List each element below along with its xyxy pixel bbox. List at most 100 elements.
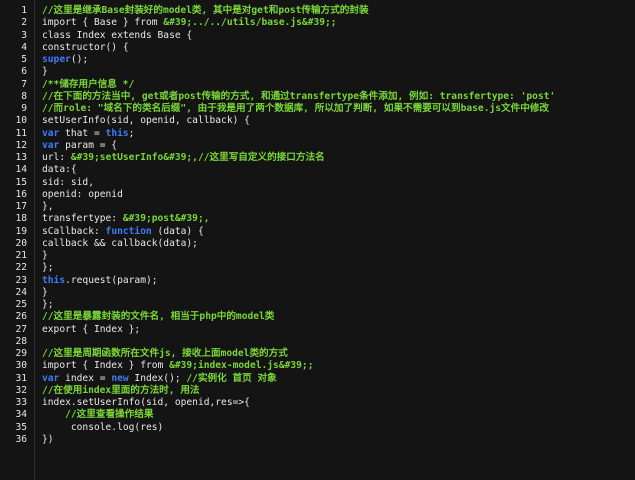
code-text: } bbox=[42, 66, 48, 78]
code-token: super bbox=[42, 54, 71, 65]
code-token: &#39;index-model.js&#39;; bbox=[169, 360, 314, 372]
line-number: 28 bbox=[15, 335, 27, 347]
line-number: 13 bbox=[15, 152, 27, 163]
code-token: &#39;../../utils/base.js&#39;; bbox=[163, 17, 337, 29]
code-line[interactable]: 14 data:{ bbox=[0, 164, 635, 176]
code-token: Index(); bbox=[128, 372, 187, 384]
code-line[interactable]: 27 export { Index }; bbox=[0, 324, 635, 336]
code-token: constructor() { bbox=[42, 41, 129, 53]
code-line[interactable]: 9 //而role: "域名下的类名后缀", 由于我是用了两个数据库, 所以加了判… bbox=[0, 103, 635, 115]
code-line[interactable]: 19 sCallback: function (data) { bbox=[0, 226, 635, 238]
code-line[interactable]: 2 import { Base } from &#39;../../utils/b… bbox=[0, 17, 635, 29]
code-line[interactable]: 18 transfertype: &#39;post&#39;, bbox=[0, 213, 635, 225]
code-line[interactable]: 1 //这里是继承Base封装好的model类, 其中是对get和post传输方式… bbox=[0, 5, 635, 17]
code-token: //实例化 首页 对象 bbox=[186, 372, 277, 384]
code-token: &#39;post&#39;, bbox=[122, 213, 210, 225]
code-token: index.setUserInfo(sid, openid,res=>{ bbox=[42, 397, 250, 408]
code-line[interactable]: 22}; bbox=[0, 262, 635, 274]
line-number: 16 bbox=[15, 188, 27, 200]
code-line[interactable]: 3 class Index extends Base { bbox=[0, 30, 635, 42]
code-token: &#39;setUserInfo&#39;,//这里写自定义的接口方法名 bbox=[70, 152, 325, 163]
code-text: import { Index } from &#39;index-model.j… bbox=[42, 360, 313, 372]
code-token: //这里是暴露封装的文件名, 相当于php中的model类 bbox=[42, 311, 275, 323]
code-token: ; bbox=[128, 127, 135, 139]
line-number: 11 bbox=[15, 127, 27, 139]
code-editor[interactable]: 1 //这里是继承Base封装好的model类, 其中是对get和post传输方式… bbox=[0, 0, 635, 480]
code-token: //而role: "域名下的类名后缀", 由于我是用了两个数据库, 所以加了判断… bbox=[42, 103, 550, 114]
code-line[interactable]: 36}) bbox=[0, 434, 635, 446]
code-line[interactable]: 6} bbox=[0, 66, 635, 78]
code-token: function bbox=[105, 225, 152, 237]
code-token: openid: openid bbox=[42, 188, 123, 200]
code-text: //而role: "域名下的类名后缀", 由于我是用了两个数据库, 所以加了判断… bbox=[42, 103, 549, 115]
code-line[interactable]: 31 var index = new Index(); //实例化 首页 对象 bbox=[0, 373, 635, 385]
code-line[interactable]: 17}, bbox=[0, 201, 635, 213]
code-line[interactable]: 34 //这里查看操作结果 bbox=[0, 409, 635, 421]
code-token: import { Base } from bbox=[42, 17, 164, 29]
line-number: 8 bbox=[21, 90, 27, 102]
code-line[interactable]: 24} bbox=[0, 287, 635, 299]
code-token: class Index extends Base { bbox=[42, 29, 193, 41]
code-text: constructor() { bbox=[42, 42, 129, 54]
code-line[interactable]: 26 //这里是暴露封装的文件名, 相当于php中的model类 bbox=[0, 311, 635, 323]
code-text: } bbox=[42, 250, 48, 262]
code-token: var bbox=[42, 127, 60, 139]
code-token: url: bbox=[42, 152, 71, 163]
code-text: //在下面的方法当中, get或者post传输的方式, 和通过transfert… bbox=[42, 91, 555, 103]
code-text: sid: sid, bbox=[42, 177, 94, 189]
line-number: 33 bbox=[15, 397, 27, 408]
code-token: }, bbox=[42, 201, 54, 212]
code-line[interactable]: 16 openid: openid bbox=[0, 189, 635, 201]
code-token: callback && callback(data); bbox=[42, 237, 198, 249]
code-text: export { Index }; bbox=[42, 324, 140, 336]
code-line[interactable]: 8 //在下面的方法当中, get或者post传输的方式, 和通过transfer… bbox=[0, 91, 635, 103]
code-token: that = bbox=[59, 127, 106, 139]
line-number: 15 bbox=[15, 176, 27, 188]
code-line[interactable]: 25}; bbox=[0, 299, 635, 311]
code-token: }) bbox=[42, 433, 54, 445]
code-token: new bbox=[111, 372, 129, 384]
code-line[interactable]: 11 var that = this; bbox=[0, 128, 635, 140]
code-text: import { Base } from &#39;../../utils/ba… bbox=[42, 17, 337, 29]
code-line[interactable]: 29 //这里是周期函数所在文件js, 接收上面model类的方式 bbox=[0, 348, 635, 360]
code-line[interactable]: 12 var param = { bbox=[0, 140, 635, 152]
code-token: } bbox=[42, 286, 48, 298]
code-line[interactable]: 15 sid: sid, bbox=[0, 177, 635, 189]
code-line[interactable]: 35 console.log(res) bbox=[0, 422, 635, 434]
line-number: 17 bbox=[15, 201, 27, 212]
line-number: 4 bbox=[21, 41, 27, 53]
code-token: transfertype: bbox=[42, 213, 123, 225]
code-text: //这里查看操作结果 bbox=[42, 409, 153, 421]
code-text: //在使用index里面的方法时, 用法 bbox=[42, 385, 200, 397]
line-number: 32 bbox=[15, 384, 27, 396]
code-token: console.log(res) bbox=[42, 421, 164, 433]
code-line[interactable]: 21} bbox=[0, 250, 635, 262]
code-line[interactable]: 10 setUserInfo(sid, openid, callback) { bbox=[0, 115, 635, 127]
code-text: //这里是周期函数所在文件js, 接收上面model类的方式 bbox=[42, 348, 288, 360]
code-token: var bbox=[42, 372, 60, 384]
line-number: 12 bbox=[15, 139, 27, 151]
line-number: 2 bbox=[21, 17, 27, 29]
line-number: 9 bbox=[21, 103, 27, 114]
code-token: //这里是继承Base封装好的model类, 其中是对get和post传输方式的… bbox=[42, 5, 369, 16]
code-token: //在下面的方法当中, get或者post传输的方式, 和通过transfert… bbox=[42, 90, 556, 102]
line-number: 31 bbox=[15, 372, 27, 384]
code-line[interactable]: 32 //在使用index里面的方法时, 用法 bbox=[0, 385, 635, 397]
code-line[interactable]: 4 constructor() { bbox=[0, 42, 635, 54]
code-line[interactable]: 28 bbox=[0, 336, 635, 348]
line-number: 5 bbox=[21, 54, 27, 65]
code-line[interactable]: 33 index.setUserInfo(sid, openid,res=>{ bbox=[0, 397, 635, 409]
code-line[interactable]: 20 callback && callback(data); bbox=[0, 238, 635, 250]
code-line[interactable]: 5 super(); bbox=[0, 54, 635, 66]
code-line[interactable]: 7 /**储存用户信息 */ bbox=[0, 79, 635, 91]
code-text: var index = new Index(); //实例化 首页 对象 bbox=[42, 373, 277, 385]
code-line[interactable]: 30 import { Index } from &#39;index-model… bbox=[0, 360, 635, 372]
line-number: 22 bbox=[15, 262, 27, 274]
code-token: this bbox=[42, 274, 66, 286]
code-line[interactable]: 23 this.request(param); bbox=[0, 275, 635, 287]
code-lines: 1 //这里是继承Base封装好的model类, 其中是对get和post传输方式… bbox=[0, 5, 635, 446]
code-line[interactable]: 13 url: &#39;setUserInfo&#39;,//这里写自定义的接口… bbox=[0, 152, 635, 164]
line-number: 19 bbox=[15, 225, 27, 237]
code-text: transfertype: &#39;post&#39;, bbox=[42, 213, 210, 225]
